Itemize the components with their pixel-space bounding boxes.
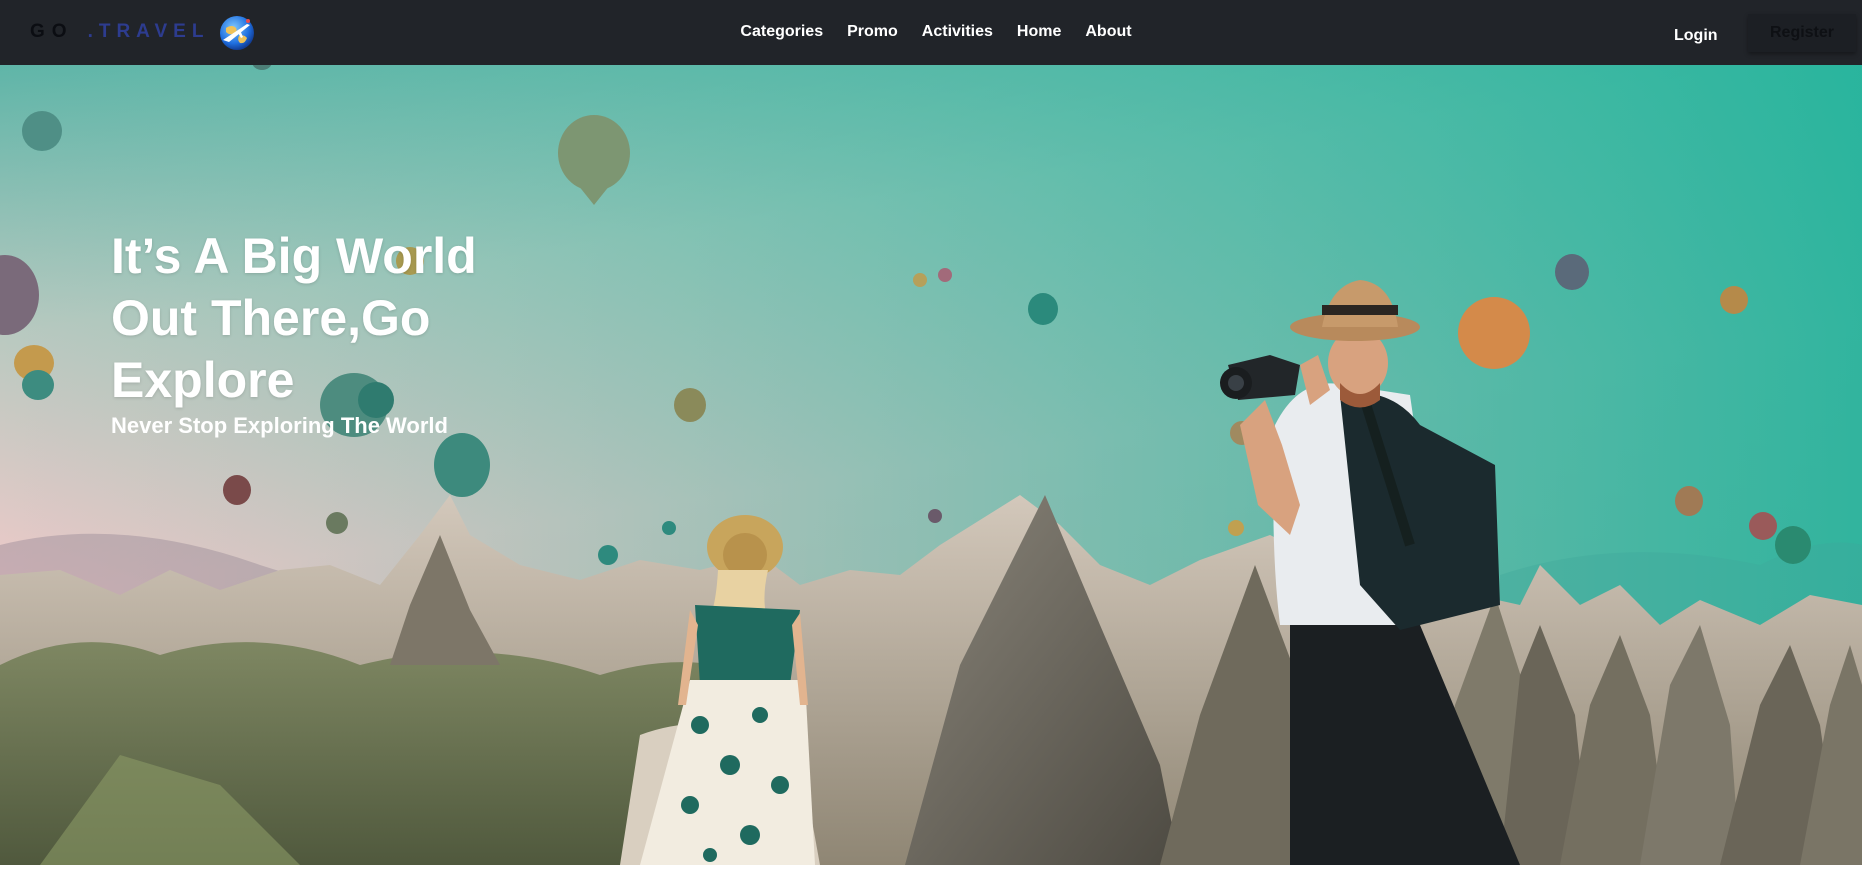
- nav-about[interactable]: About: [1085, 23, 1131, 41]
- register-button[interactable]: Register: [1748, 14, 1856, 52]
- nav-home[interactable]: Home: [1017, 23, 1061, 41]
- hero-banner: It’s A Big World Out There,Go Explore Ne…: [0, 65, 1862, 865]
- hero-subtitle: Never Stop Exploring The World: [111, 413, 448, 438]
- main-nav: Categories Promo Activities Home About: [0, 0, 1862, 65]
- nav-activities[interactable]: Activities: [922, 23, 993, 41]
- hot-air-balloons-photo: [0, 65, 1862, 865]
- login-link[interactable]: Login: [1674, 27, 1718, 45]
- hero-title: It’s A Big World Out There,Go Explore: [111, 228, 477, 408]
- nav-categories[interactable]: Categories: [740, 23, 823, 41]
- page-bottom-edge: [0, 865, 1862, 869]
- top-navbar: GO .TRAVEL Categories Promo Activities H…: [0, 0, 1862, 65]
- nav-promo[interactable]: Promo: [847, 23, 898, 41]
